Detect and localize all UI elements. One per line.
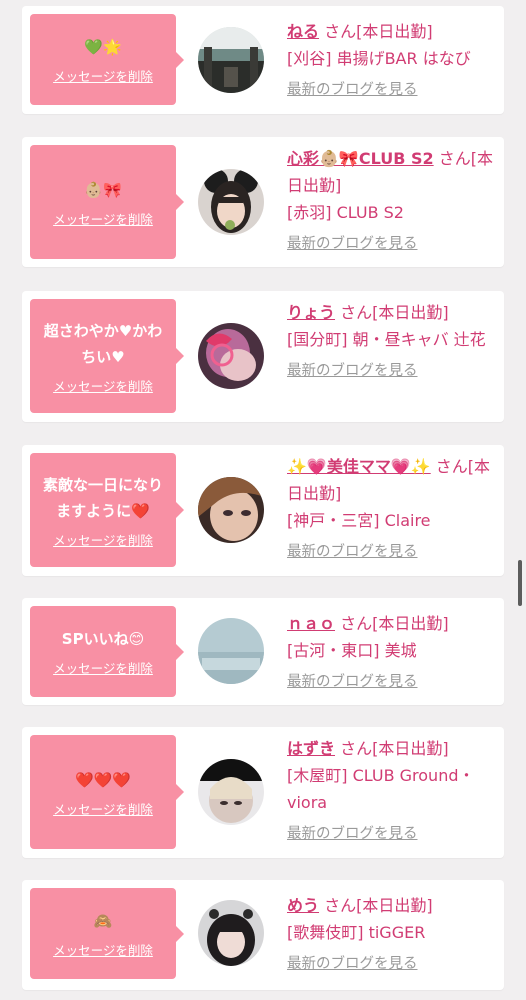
delete-message-link[interactable]: メッセージを削除 xyxy=(53,530,153,549)
message-text: 🙈 xyxy=(93,912,113,930)
delete-message-link[interactable]: メッセージを削除 xyxy=(53,376,153,395)
message-bubble: 🙈 メッセージを削除 xyxy=(30,888,184,979)
latest-blog-link[interactable]: 最新のブログを見る xyxy=(287,231,499,258)
message-bubble: 素敵な一日になり ますように❤️ メッセージを削除 xyxy=(30,453,184,567)
latest-blog-link[interactable]: 最新のブログを見る xyxy=(287,821,499,848)
cast-name-link[interactable]: めう xyxy=(287,896,319,915)
latest-blog-link[interactable]: 最新のブログを見る xyxy=(287,539,499,566)
cast-info: はずき さん[本日出勤] [木屋町] CLUB Ground・viora 最新の… xyxy=(287,735,499,848)
cast-status: さん[本日出勤] xyxy=(335,739,449,758)
delete-message-link[interactable]: メッセージを削除 xyxy=(53,209,153,228)
delete-message-link[interactable]: メッセージを削除 xyxy=(53,66,153,85)
cast-name-link[interactable]: 心彩👶🏼🎀CLUB S2 xyxy=(287,149,434,168)
cast-name-link[interactable]: ｎａｏ xyxy=(287,614,335,633)
latest-blog-link[interactable]: 最新のブログを見る xyxy=(287,951,499,978)
avatar[interactable] xyxy=(198,900,264,966)
message-card: 💚🌟 メッセージを削除 ねる さん[本日出勤] [刈谷] 串揚げBAR はなび … xyxy=(22,6,504,114)
cast-info: ねる さん[本日出勤] [刈谷] 串揚げBAR はなび 最新のブログを見る xyxy=(287,18,499,104)
delete-message-link[interactable]: メッセージを削除 xyxy=(53,799,153,818)
avatar[interactable] xyxy=(198,759,264,825)
latest-blog-link[interactable]: 最新のブログを見る xyxy=(287,669,499,696)
message-text: 素敵な一日になり ますように❤️ xyxy=(42,475,163,520)
message-text: 💚🌟 xyxy=(84,38,122,56)
delete-message-link[interactable]: メッセージを削除 xyxy=(53,940,153,959)
latest-blog-link[interactable]: 最新のブログを見る xyxy=(287,77,499,104)
avatar[interactable] xyxy=(198,477,264,543)
cast-name-link[interactable]: はずき xyxy=(287,739,335,758)
scrollbar[interactable] xyxy=(518,560,522,606)
avatar[interactable] xyxy=(198,169,264,235)
message-card: SPいいね😊 メッセージを削除 ｎａｏ さん[本日出勤] [古河・東口] 美城 … xyxy=(22,598,504,705)
cast-info: めう さん[本日出勤] [歌舞伎町] tiGGER 最新のブログを見る xyxy=(287,892,499,978)
shop-name: [古河・東口] 美城 xyxy=(287,641,417,660)
cast-status: さん[本日出勤] xyxy=(319,22,433,41)
message-card: 素敵な一日になり ますように❤️ メッセージを削除 ✨💗美佳ママ💗✨ さん[本日… xyxy=(22,445,504,576)
message-text: SPいいね😊 xyxy=(61,630,145,648)
message-text: ❤️❤️❤️ xyxy=(74,770,132,789)
cast-name-link[interactable]: ねる xyxy=(287,22,319,41)
message-text: 👶🏼🎀 xyxy=(84,180,122,199)
cast-name-link[interactable]: りょう xyxy=(287,303,335,322)
delete-message-link[interactable]: メッセージを削除 xyxy=(53,658,153,677)
message-bubble: SPいいね😊 メッセージを削除 xyxy=(30,606,184,697)
shop-name: [国分町] 朝・昼キャバ 辻花 xyxy=(287,330,486,349)
message-bubble: ❤️❤️❤️ メッセージを削除 xyxy=(30,735,184,849)
cast-status: さん[本日出勤] xyxy=(335,303,449,322)
message-card: 👶🏼🎀 メッセージを削除 心彩👶🏼🎀CLUB S2 さん[本日出勤] [赤羽] … xyxy=(22,137,504,267)
cast-info: 心彩👶🏼🎀CLUB S2 さん[本日出勤] [赤羽] CLUB S2 最新のブロ… xyxy=(287,145,499,258)
message-bubble: 👶🏼🎀 メッセージを削除 xyxy=(30,145,184,259)
message-card: ❤️❤️❤️ メッセージを削除 はずき さん[本日出勤] [木屋町] CLUB … xyxy=(22,727,504,858)
avatar[interactable] xyxy=(198,618,264,684)
message-bubble: 💚🌟 メッセージを削除 xyxy=(30,14,184,105)
avatar[interactable] xyxy=(198,27,264,93)
shop-name: [神戸・三宮] Claire xyxy=(287,511,431,530)
shop-name: [刈谷] 串揚げBAR はなび xyxy=(287,49,471,68)
latest-blog-link[interactable]: 最新のブログを見る xyxy=(287,358,499,385)
cast-info: ｎａｏ さん[本日出勤] [古河・東口] 美城 最新のブログを見る xyxy=(287,610,499,696)
message-card: 🙈 メッセージを削除 めう さん[本日出勤] [歌舞伎町] tiGGER 最新の… xyxy=(22,880,504,990)
shop-name: [歌舞伎町] tiGGER xyxy=(287,923,426,942)
message-text: 超さわやか♥かわ ちい♥ xyxy=(43,321,163,366)
cast-info: ✨💗美佳ママ💗✨ さん[本日出勤] [神戸・三宮] Claire 最新のブログを… xyxy=(287,453,499,566)
shop-name: [赤羽] CLUB S2 xyxy=(287,203,404,222)
avatar[interactable] xyxy=(198,323,264,389)
cast-status: さん[本日出勤] xyxy=(335,614,449,633)
message-card: 超さわやか♥かわ ちい♥ メッセージを削除 りょう さん[本日出勤] [国分町]… xyxy=(22,291,504,422)
message-bubble: 超さわやか♥かわ ちい♥ メッセージを削除 xyxy=(30,299,184,413)
cast-info: りょう さん[本日出勤] [国分町] 朝・昼キャバ 辻花 最新のブログを見る xyxy=(287,299,499,385)
cast-status: さん[本日出勤] xyxy=(319,896,433,915)
shop-name: [木屋町] CLUB Ground・viora xyxy=(287,766,475,812)
cast-name-link[interactable]: ✨💗美佳ママ💗✨ xyxy=(287,457,431,476)
